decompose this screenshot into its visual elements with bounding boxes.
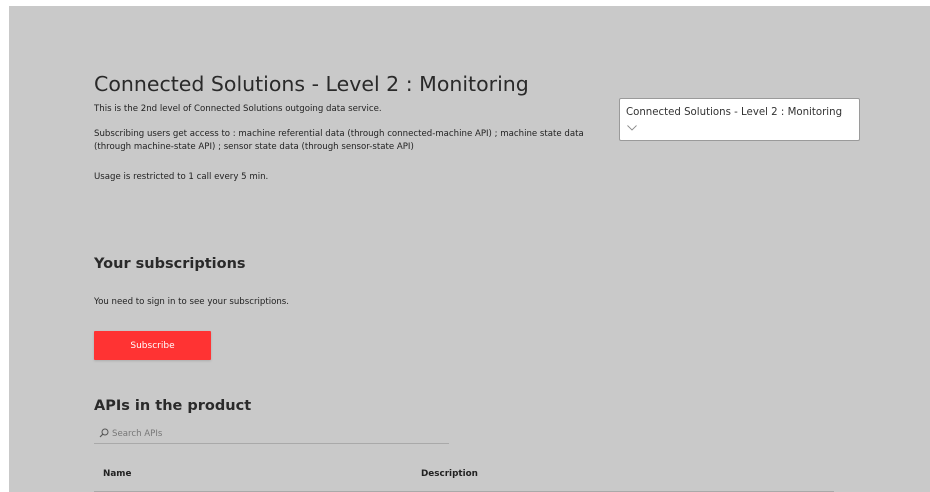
product-page: Connected Solutions - Level 2 : Monitori… [9,6,930,492]
product-description-access: Subscribing users get access to : machin… [94,129,584,152]
product-description-intro: This is the 2nd level of Connected Solut… [94,104,382,114]
column-header-description[interactable]: Description [421,469,478,479]
search-apis-input[interactable] [112,425,442,442]
product-selector-dropdown[interactable]: Connected Solutions - Level 2 : Monitori… [619,98,860,141]
product-selector-value: Connected Solutions - Level 2 : Monitori… [626,107,843,118]
page-title: Connected Solutions - Level 2 : Monitori… [94,72,529,96]
search-icon [99,428,109,438]
column-header-name[interactable]: Name [103,469,131,479]
api-search [94,425,449,444]
chevron-down-icon [627,125,637,131]
product-description-usage: Usage is restricted to 1 call every 5 mi… [94,172,269,182]
subscriptions-heading: Your subscriptions [94,256,246,272]
apis-table-header: Name Description [94,464,834,492]
subscribe-button[interactable]: Subscribe [94,331,211,360]
apis-heading: APIs in the product [94,398,252,414]
signin-message: You need to sign in to see your subscrip… [94,297,289,307]
